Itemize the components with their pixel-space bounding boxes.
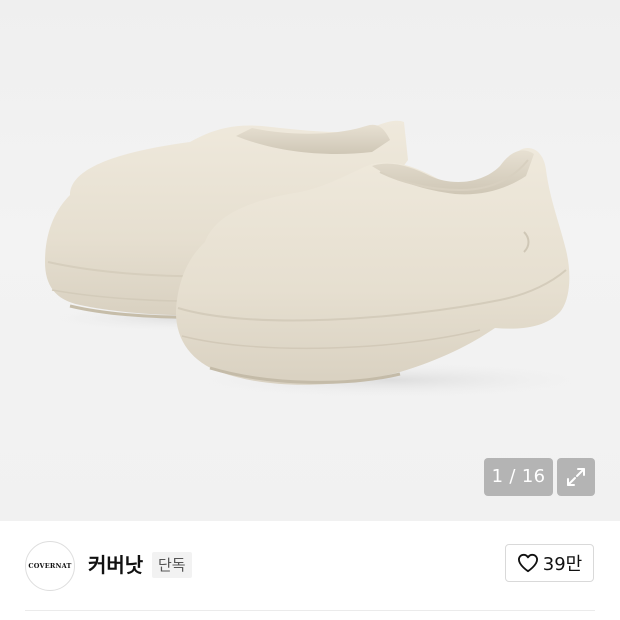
brand-logo[interactable]: COVERNAT <box>25 541 75 591</box>
product-image-gallery[interactable]: 1 / 16 <box>0 0 620 521</box>
divider <box>25 610 595 611</box>
like-button[interactable]: 39만 <box>505 544 594 582</box>
brand-name-link[interactable]: 커버낫 <box>88 551 143 579</box>
image-counter: 1 / 16 <box>484 458 553 496</box>
exclusive-badge: 단독 <box>152 552 192 578</box>
like-count: 39만 <box>542 554 583 575</box>
expand-arrows-icon <box>567 468 585 486</box>
heart-outline-icon <box>517 553 538 573</box>
brand-row: COVERNAT 커버낫 단독 39만 <box>0 521 620 610</box>
expand-button[interactable] <box>557 458 595 496</box>
brand-logo-text: COVERNAT <box>28 562 72 570</box>
product-image <box>40 120 590 398</box>
